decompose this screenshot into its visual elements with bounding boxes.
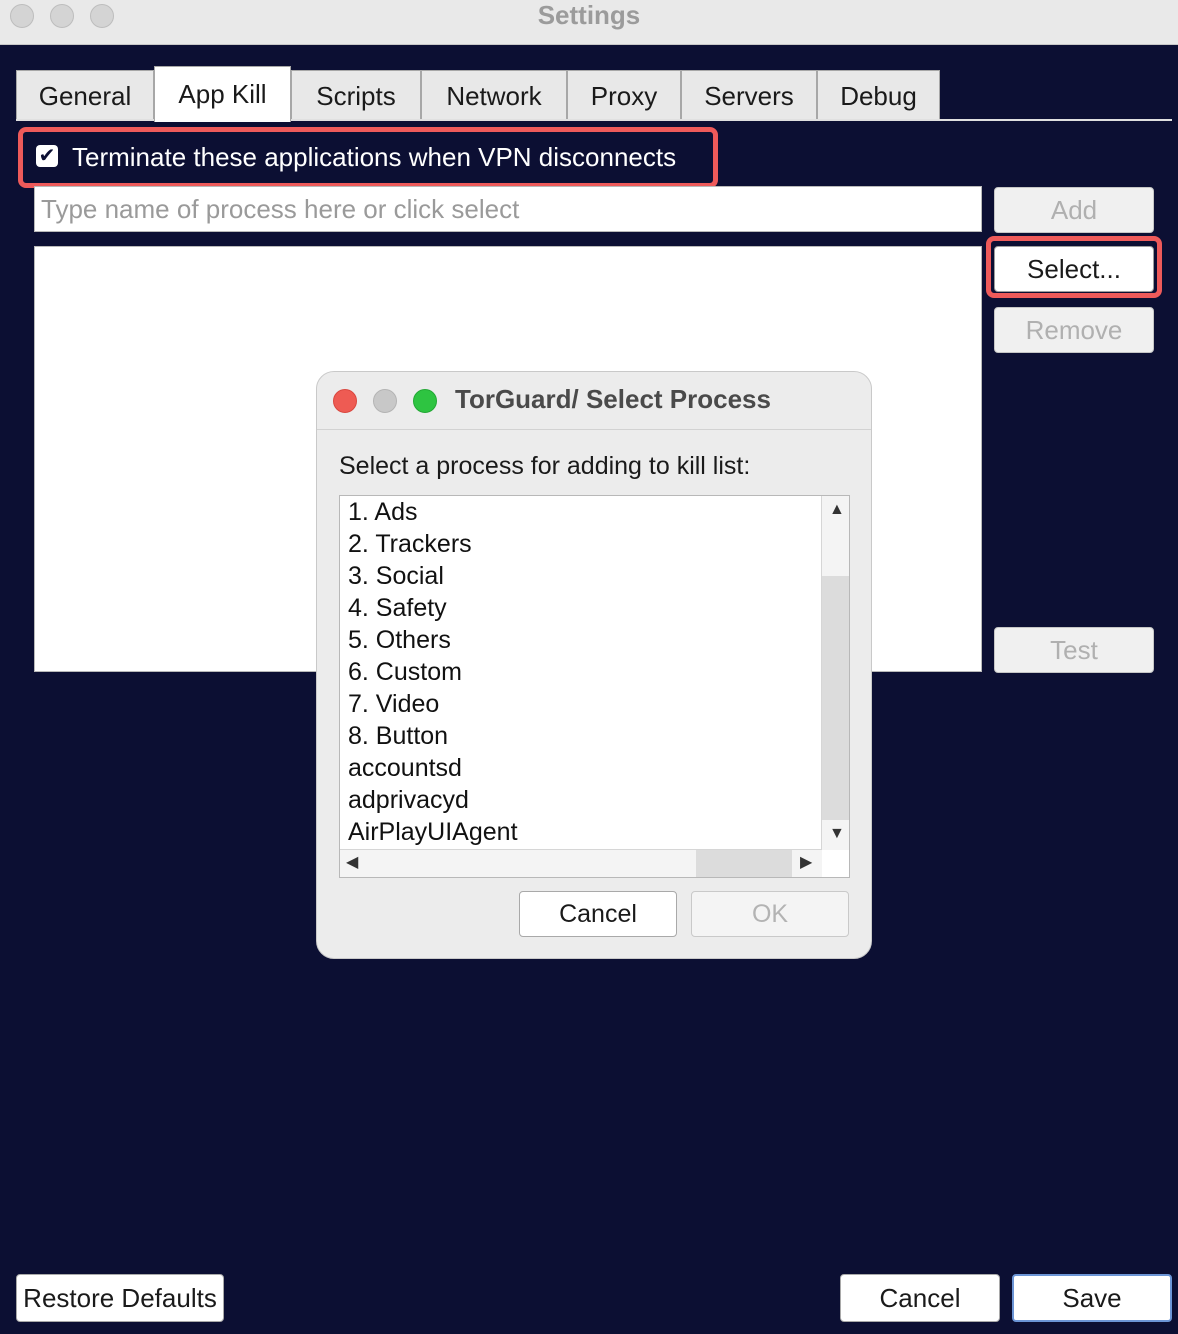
process-list-item[interactable]: accountsd bbox=[348, 752, 818, 784]
process-name-input[interactable] bbox=[34, 186, 982, 232]
process-list-item[interactable]: 1. Ads bbox=[348, 496, 818, 528]
vertical-scrollbar[interactable]: ▲ ▼ bbox=[821, 496, 849, 850]
horizontal-scrollbar[interactable]: ◀ ▶ bbox=[340, 849, 822, 877]
save-button[interactable]: Save bbox=[1012, 1274, 1172, 1322]
select-process-dialog: TorGuard/ Select Process Select a proces… bbox=[316, 371, 872, 959]
tab-network[interactable]: Network bbox=[421, 70, 567, 120]
dialog-title: TorGuard/ Select Process bbox=[455, 384, 771, 414]
process-list[interactable]: 1. Ads 2. Trackers 3. Social 4. Safety 5… bbox=[339, 495, 850, 878]
test-button[interactable]: Test bbox=[994, 627, 1154, 673]
process-list-item[interactable]: 3. Social bbox=[348, 560, 818, 592]
terminate-checkbox[interactable]: ✔ bbox=[36, 145, 58, 167]
terminate-label: Terminate these applications when VPN di… bbox=[72, 142, 677, 172]
scroll-up-icon[interactable]: ▲ bbox=[829, 500, 845, 520]
tab-scripts[interactable]: Scripts bbox=[291, 70, 421, 120]
process-list-item[interactable]: 6. Custom bbox=[348, 656, 818, 688]
process-list-item[interactable]: adprivacyd bbox=[348, 784, 818, 816]
dialog-prompt: Select a process for adding to kill list… bbox=[339, 452, 751, 480]
tab-proxy[interactable]: Proxy bbox=[567, 70, 681, 120]
horizontal-scroll-thumb[interactable] bbox=[696, 850, 792, 877]
vertical-scroll-thumb[interactable] bbox=[822, 576, 849, 820]
tab-servers[interactable]: Servers bbox=[681, 70, 817, 120]
dialog-close-button[interactable] bbox=[333, 389, 357, 413]
process-list-item[interactable]: 7. Video bbox=[348, 688, 818, 720]
select-button[interactable]: Select... bbox=[994, 246, 1154, 292]
process-list-item[interactable]: 2. Trackers bbox=[348, 528, 818, 560]
dialog-minimize-button[interactable] bbox=[373, 389, 397, 413]
dialog-cancel-button[interactable]: Cancel bbox=[519, 891, 677, 937]
dialog-zoom-button[interactable] bbox=[413, 389, 437, 413]
remove-button[interactable]: Remove bbox=[994, 307, 1154, 353]
restore-defaults-button[interactable]: Restore Defaults bbox=[16, 1274, 224, 1322]
add-button[interactable]: Add bbox=[994, 187, 1154, 233]
window-title: Settings bbox=[537, 0, 641, 30]
process-list-item[interactable]: 5. Others bbox=[348, 624, 818, 656]
tab-general[interactable]: General bbox=[16, 70, 154, 120]
tab-debug[interactable]: Debug bbox=[817, 70, 940, 120]
cancel-button[interactable]: Cancel bbox=[840, 1274, 1000, 1322]
dialog-titlebar: TorGuard/ Select Process bbox=[317, 372, 871, 430]
scroll-right-icon[interactable]: ▶ bbox=[800, 853, 812, 873]
scroll-left-icon[interactable]: ◀ bbox=[346, 853, 358, 873]
window-titlebar: Settings bbox=[0, 0, 1178, 45]
tab-app-kill[interactable]: App Kill bbox=[154, 66, 291, 122]
dialog-ok-button[interactable]: OK bbox=[691, 891, 849, 937]
process-list-item[interactable]: AirPlayUIAgent bbox=[348, 816, 818, 848]
process-list-item[interactable]: 8. Button bbox=[348, 720, 818, 752]
process-list-item[interactable]: 4. Safety bbox=[348, 592, 818, 624]
scroll-down-icon[interactable]: ▼ bbox=[829, 824, 845, 844]
